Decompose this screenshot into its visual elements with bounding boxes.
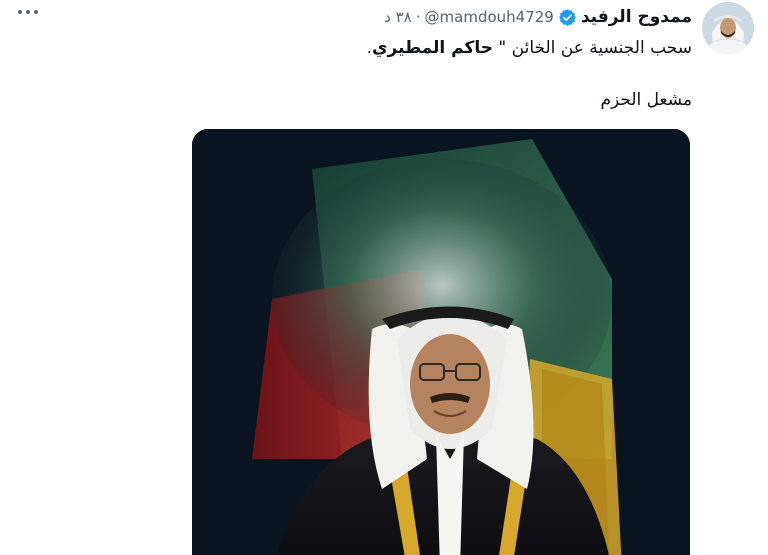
tweet-text-bold-name: حاكم المطيري bbox=[371, 38, 494, 58]
handle[interactable]: @mamdouh4729 bbox=[425, 8, 554, 26]
tweet-text-line-1: سحب الجنسية عن الخائن " حاكم المطيري. bbox=[367, 38, 692, 58]
verified-badge-icon bbox=[559, 8, 576, 26]
tweet-text-prefix: سحب الجنسية عن الخائن " bbox=[493, 38, 692, 58]
display-name[interactable]: ممدوح الرفيد bbox=[581, 7, 692, 27]
portrait-image bbox=[192, 129, 690, 555]
separator-dot: · bbox=[415, 8, 421, 26]
more-dots-icon[interactable] bbox=[16, 2, 40, 27]
timestamp[interactable]: ٣٨ د bbox=[384, 8, 412, 26]
avatar-image bbox=[702, 2, 754, 54]
tweet-header: ممدوح الرفيد @mamdouh4729 · ٣٨ د bbox=[384, 5, 692, 29]
avatar[interactable] bbox=[702, 2, 754, 54]
tweet-media-image[interactable] bbox=[192, 129, 690, 555]
tweet-card[interactable]: ممدوح الرفيد @mamdouh4729 · ٣٨ د سحب الج… bbox=[0, 0, 768, 555]
tweet-text-line-2: مشعل الحزم bbox=[600, 90, 692, 110]
